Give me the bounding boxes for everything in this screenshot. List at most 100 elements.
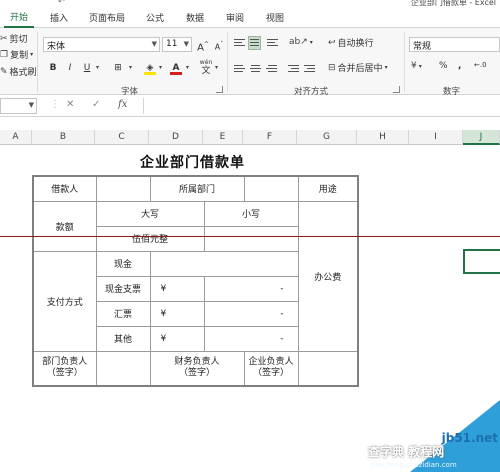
copy-label: 复制 <box>10 51 29 61</box>
column-header[interactable]: I <box>409 130 463 145</box>
increase-indent-icon[interactable] <box>303 63 316 75</box>
cell-cash-label[interactable]: 现金 <box>95 250 151 277</box>
chevron-down-icon: ▾ <box>418 62 422 70</box>
quick-access-undo-icon[interactable]: ↶ <box>58 0 65 6</box>
cell-draft-label[interactable]: 汇票 <box>95 300 151 327</box>
cell-finance-head-label[interactable]: 财务负责人 （签字） <box>149 350 245 387</box>
shrink-font-button[interactable]: Aˇ <box>211 37 227 52</box>
selected-cell-cursor[interactable] <box>463 249 500 274</box>
tab-view[interactable]: 视图 <box>266 11 284 24</box>
column-header[interactable]: G <box>297 130 357 145</box>
column-header[interactable]: B <box>32 130 95 145</box>
column-header[interactable]: E <box>203 130 243 145</box>
column-header-selected[interactable]: J <box>463 130 500 145</box>
merge-center-button[interactable]: ⊟ 合并后居中 ▾ <box>328 61 388 75</box>
tab-home[interactable]: 开始 <box>4 10 35 28</box>
chevron-down-icon[interactable]: ▾ <box>159 64 162 71</box>
cell-amount-label[interactable]: 款额 <box>32 200 97 252</box>
font-size-combo[interactable]: 11 ▼ <box>162 37 192 52</box>
column-header[interactable]: D <box>149 130 203 145</box>
column-header[interactable]: F <box>243 130 297 145</box>
cell-cheque-amount[interactable]: - <box>203 275 299 302</box>
percent-button[interactable]: % <box>439 61 448 71</box>
name-box[interactable]: ▼ <box>0 98 37 114</box>
alignment-dialog-launcher-icon[interactable] <box>393 86 400 93</box>
cut-button[interactable]: ✂ 剪切 <box>0 32 28 46</box>
cell-borrower-label[interactable]: 借款人 <box>32 175 97 202</box>
angled-text-icon: ab↗ <box>289 37 308 47</box>
cell-company-head-sign[interactable] <box>297 350 359 387</box>
window-title: 企业部门借款单 - Excel <box>410 0 496 7</box>
chevron-down-icon: ▼ <box>183 40 189 48</box>
chevron-down-icon: ▼ <box>28 101 34 109</box>
align-top-icon[interactable] <box>233 37 246 49</box>
cell-draft-currency[interactable]: ¥ <box>149 300 205 327</box>
fill-color-button[interactable]: ◈ <box>142 61 158 76</box>
cell-other-amount[interactable]: - <box>203 325 299 352</box>
copy-button[interactable]: ❐ 复制 ▾ <box>0 48 33 62</box>
cell-borrower-value[interactable] <box>95 175 151 202</box>
chevron-down-icon[interactable]: ▾ <box>129 64 132 71</box>
chevron-down-icon: ▼ <box>151 40 157 48</box>
tab-data[interactable]: 数据 <box>186 11 204 24</box>
orientation-button[interactable]: ab↗ ▾ <box>289 37 313 47</box>
tab-review[interactable]: 审阅 <box>226 11 244 24</box>
watermark: jb51.net 查字典 教程网 jiaocheng.chazidian.com <box>360 400 500 472</box>
align-bottom-icon[interactable] <box>266 37 279 49</box>
cell-department-label[interactable]: 所属部门 <box>149 175 245 202</box>
cell-amount-lower-label[interactable]: 小写 <box>203 200 299 227</box>
enter-icon[interactable]: ✓ <box>92 99 100 110</box>
align-left-icon[interactable] <box>233 63 246 75</box>
chevron-down-icon[interactable]: ▾ <box>186 64 189 71</box>
increase-decimal-button[interactable]: ←.0 <box>474 61 487 69</box>
cell-purpose-value[interactable]: 办公费 <box>297 200 359 352</box>
cell-amount-upper-label[interactable]: 大写 <box>95 200 205 227</box>
font-color-button[interactable]: A <box>168 61 184 76</box>
cell-cheque-label[interactable]: 现金支票 <box>95 275 151 302</box>
number-format-combo[interactable]: 常规 <box>409 37 500 52</box>
align-right-icon[interactable] <box>265 63 278 75</box>
underline-button[interactable]: U <box>79 61 95 76</box>
formula-input[interactable] <box>143 98 500 114</box>
cell-amount-upper-value[interactable]: 伍佰元整 <box>95 225 205 252</box>
cell-other-label[interactable]: 其他 <box>95 325 151 352</box>
insert-function-icon[interactable]: fx <box>118 99 127 110</box>
currency-button[interactable]: ¥ ▾ <box>411 61 422 71</box>
font-name-combo[interactable]: 宋体 ▼ <box>43 37 160 52</box>
column-header[interactable]: A <box>0 130 32 145</box>
cell-department-value[interactable] <box>243 175 299 202</box>
wrap-text-button[interactable]: ↩ 自动换行 <box>328 36 374 50</box>
grow-font-button[interactable]: A^ <box>195 37 211 53</box>
cell-amount-lower-value[interactable] <box>203 225 299 252</box>
cell-cash-value[interactable] <box>149 250 299 277</box>
format-painter-button[interactable]: ✎ 格式刷 <box>0 65 37 79</box>
cell-payment-method-label[interactable]: 支付方式 <box>32 250 97 352</box>
comma-button[interactable]: , <box>458 61 461 71</box>
tab-formulas[interactable]: 公式 <box>146 11 164 24</box>
font-dialog-launcher-icon[interactable] <box>216 86 223 93</box>
chevron-down-icon[interactable]: ▾ <box>215 64 218 71</box>
cell-other-currency[interactable]: ¥ <box>149 325 205 352</box>
align-center-icon[interactable] <box>249 63 262 75</box>
cell-cheque-currency[interactable]: ¥ <box>149 275 205 302</box>
page-break-line <box>0 236 500 237</box>
decrease-indent-icon[interactable] <box>287 63 300 75</box>
dept-head-title: 部门负责人 <box>42 357 88 368</box>
align-middle-icon[interactable] <box>248 36 261 50</box>
cell-dept-head-label[interactable]: 部门负责人 （签字） <box>32 350 97 387</box>
merge-center-label: 合并后居中 <box>337 64 383 74</box>
phonetic-button[interactable]: wén 文 <box>198 58 214 76</box>
column-header[interactable]: H <box>357 130 409 145</box>
cancel-icon[interactable]: ✕ <box>66 99 74 110</box>
cell-purpose-label[interactable]: 用途 <box>297 175 359 202</box>
italic-button[interactable]: I <box>62 61 78 76</box>
tab-page-layout[interactable]: 页面布局 <box>89 11 125 24</box>
column-header[interactable]: C <box>95 130 149 145</box>
cell-draft-amount[interactable]: - <box>203 300 299 327</box>
chevron-down-icon[interactable]: ▾ <box>96 64 99 71</box>
tab-insert[interactable]: 插入 <box>50 11 68 24</box>
bold-button[interactable]: B <box>45 61 61 76</box>
cell-dept-head-sign[interactable] <box>95 350 151 387</box>
cell-company-head-label[interactable]: 企业负责人 （签字） <box>243 350 299 387</box>
borders-button[interactable]: ⊞ <box>110 61 126 76</box>
